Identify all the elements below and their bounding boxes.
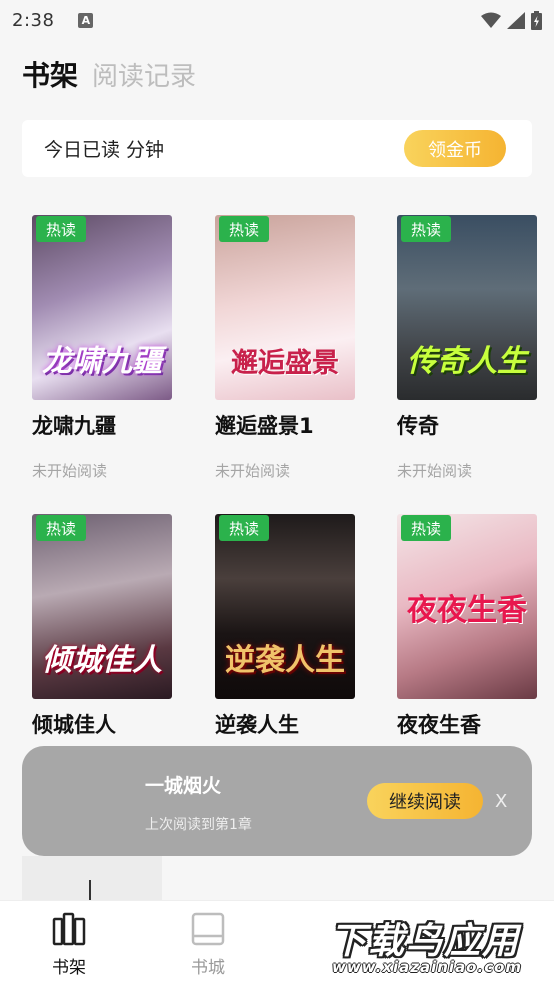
status-bar: 2:38 A	[0, 0, 554, 40]
book-card[interactable]: 热读 夜夜生香 夜夜生香	[397, 514, 554, 739]
book-cover[interactable]: 热读 夜夜生香	[397, 514, 537, 699]
notification-a-icon: A	[78, 12, 94, 28]
continue-reading-bar[interactable]: 一城烟火 上次阅读到第1章 继续阅读 X	[22, 746, 532, 856]
hot-badge: 热读	[401, 515, 451, 541]
claim-coins-button[interactable]: 领金币	[404, 130, 506, 167]
nav-item-bookstore[interactable]: 书城	[158, 911, 258, 978]
status-icons	[481, 10, 542, 30]
nav-label: 书城	[191, 958, 225, 978]
cover-art-title: 邂逅盛景	[231, 348, 339, 379]
watermark-url-text: www.xiazainiao.com	[332, 958, 523, 976]
close-button[interactable]: X	[495, 791, 507, 812]
book-card[interactable]: 热读 逆袭人生 逆袭人生	[215, 514, 375, 739]
nav-label: 书架	[52, 958, 86, 978]
hot-badge: 热读	[36, 216, 86, 242]
book-status: 未开始阅读	[32, 462, 108, 480]
today-reading-text: 今日已读 分钟	[44, 139, 165, 161]
book-title: 夜夜生香	[397, 713, 481, 737]
bookshelf-icon	[52, 912, 86, 946]
continue-book-title: 一城烟火	[145, 775, 222, 797]
partial-card-mark	[89, 880, 91, 900]
book-icon	[191, 912, 225, 946]
book-card[interactable]: 热读 邂逅盛景 邂逅盛景1 未开始阅读	[215, 215, 375, 481]
cover-art-title: 夜夜生香	[407, 593, 527, 628]
book-title: 倾城佳人	[32, 713, 116, 737]
book-cover[interactable]: 热读 逆袭人生	[215, 514, 355, 699]
tab-reading-history[interactable]: 阅读记录	[92, 56, 196, 93]
hot-badge: 热读	[401, 216, 451, 242]
cover-art-title: 逆袭人生	[225, 643, 345, 678]
book-cover[interactable]: 热读 倾城佳人	[32, 514, 172, 699]
partial-book-card	[22, 856, 162, 900]
continue-reading-button[interactable]: 继续阅读	[367, 783, 483, 819]
cover-art-title: 传奇人生	[407, 344, 527, 379]
wifi-icon	[481, 12, 501, 28]
book-cover[interactable]: 热读 传奇人生	[397, 215, 537, 400]
status-time: 2:38	[12, 9, 55, 31]
watermark: 下载鸟应用 www.xiazainiao.com	[326, 906, 552, 984]
nav-item-bookshelf[interactable]: 书架	[19, 911, 119, 978]
book-status: 未开始阅读	[397, 462, 473, 480]
signal-icon	[507, 11, 525, 29]
cover-art-title: 倾城佳人	[42, 643, 162, 678]
book-card[interactable]: 热读 龙啸九疆 龙啸九疆 未开始阅读	[32, 215, 192, 481]
book-cover[interactable]: 热读 邂逅盛景	[215, 215, 355, 400]
book-title: 传奇	[397, 414, 439, 438]
book-title: 邂逅盛景1	[215, 414, 314, 438]
today-reading-card: 今日已读 分钟 领金币	[22, 120, 532, 177]
continue-progress-text: 上次阅读到第1章	[145, 817, 252, 833]
battery-icon	[531, 10, 542, 30]
book-status: 未开始阅读	[215, 462, 291, 480]
book-card[interactable]: 热读 传奇人生 传奇 未开始阅读	[397, 215, 554, 481]
book-card[interactable]: 热读 倾城佳人 倾城佳人	[32, 514, 192, 739]
book-title: 逆袭人生	[215, 713, 299, 737]
top-tabs: 书架 阅读记录	[22, 54, 196, 94]
watermark-main-text: 下载鸟应用	[330, 921, 521, 962]
book-title: 龙啸九疆	[32, 414, 116, 438]
tab-bookshelf[interactable]: 书架	[22, 54, 78, 94]
cover-art-title: 龙啸九疆	[42, 344, 162, 379]
hot-badge: 热读	[219, 515, 269, 541]
hot-badge: 热读	[219, 216, 269, 242]
hot-badge: 热读	[36, 515, 86, 541]
book-cover[interactable]: 热读 龙啸九疆	[32, 215, 172, 400]
